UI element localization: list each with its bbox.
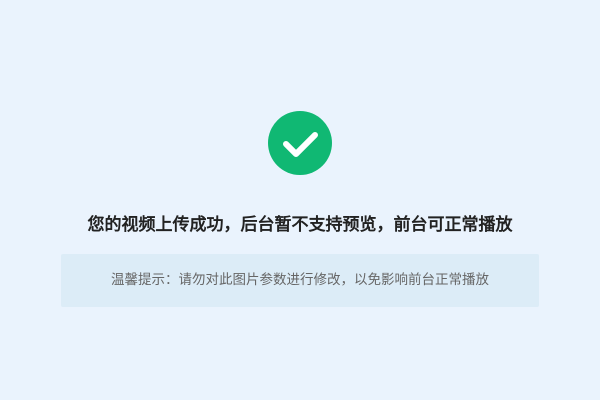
upload-success-title: 您的视频上传成功，后台暂不支持预览，前台可正常播放 xyxy=(87,215,513,235)
tip-box: 温馨提示：请勿对此图片参数进行修改，以免影响前台正常播放 xyxy=(61,254,539,307)
check-circle-icon xyxy=(268,111,332,175)
upload-success-page: 您的视频上传成功，后台暂不支持预览，前台可正常播放 温馨提示：请勿对此图片参数进… xyxy=(0,0,600,400)
tip-text: 温馨提示：请勿对此图片参数进行修改，以免影响前台正常播放 xyxy=(111,272,489,288)
